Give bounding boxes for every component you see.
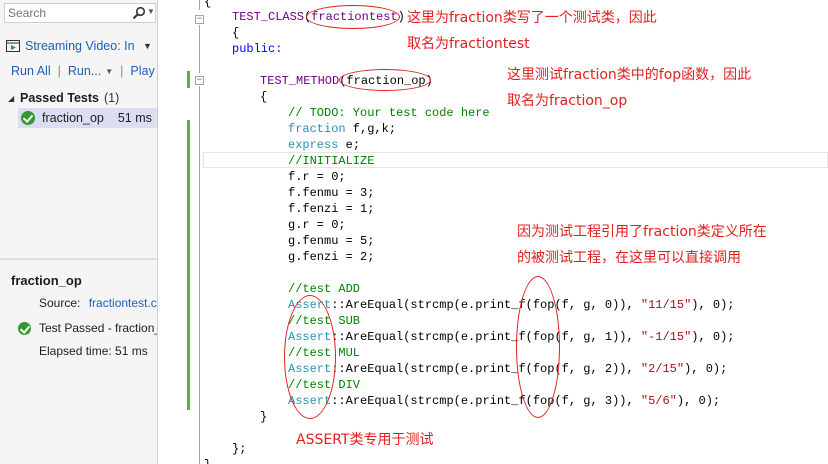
toolbar-separator: | bbox=[120, 64, 124, 78]
code-line: { bbox=[232, 26, 240, 40]
run-toolbar: Run All | Run... ▼ | Play bbox=[11, 63, 155, 79]
code-line: fraction f,g,k; bbox=[288, 122, 397, 136]
change-marker bbox=[187, 71, 190, 88]
code-line: f.r = 0; bbox=[288, 170, 346, 184]
toolbar-separator: | bbox=[57, 64, 61, 78]
test-explorer-panel: ▼ Streaming Video: In ▼ Run All | Run...… bbox=[0, 0, 158, 464]
chevron-down-icon[interactable]: ▼ bbox=[143, 41, 152, 51]
run-all-button[interactable]: Run All bbox=[11, 64, 51, 78]
playlist-selector[interactable]: Streaming Video: In bbox=[6, 38, 135, 54]
code-line: express e; bbox=[288, 138, 361, 152]
code-line: g.r = 0; bbox=[288, 218, 346, 232]
playlist-icon bbox=[6, 40, 20, 52]
group-count: (1) bbox=[103, 91, 120, 105]
fop-note-line1: 因为测试工程引用了fraction类定义所在 bbox=[517, 224, 767, 240]
expand-icon[interactable]: ◢ bbox=[8, 94, 20, 103]
playlist-label: Streaming Video: In bbox=[25, 39, 135, 53]
fractiontest-ellipse bbox=[306, 5, 400, 29]
code-line: } bbox=[260, 410, 268, 424]
method-note-line2: 取名为fraction_op bbox=[507, 93, 628, 109]
assert-note: ASSERT类专用于测试 bbox=[296, 432, 434, 448]
panel-splitter[interactable] bbox=[0, 258, 157, 260]
code-editor[interactable]: − − { TEST_CLASS(fractiontest) { public:… bbox=[159, 0, 828, 464]
code-line: f.fenmu = 3; bbox=[288, 186, 375, 200]
run-dropdown-icon[interactable]: ▼ bbox=[105, 67, 113, 76]
status-text: Test Passed - fraction_op bbox=[39, 321, 157, 335]
search-icon[interactable] bbox=[132, 6, 146, 20]
fraction-op-ellipse bbox=[339, 69, 431, 91]
code-line: //INITIALIZE bbox=[288, 154, 375, 168]
search-box: ▼ bbox=[4, 3, 156, 23]
fold-line bbox=[199, 0, 200, 10]
source-link[interactable]: fractiontest.cpp bbox=[89, 296, 157, 310]
fold-icon[interactable]: − bbox=[195, 76, 204, 85]
code-line: public: bbox=[232, 42, 283, 56]
change-marker bbox=[187, 120, 190, 410]
code-line: //test ADD bbox=[288, 282, 361, 296]
fop-note-line2: 的被测试工程，在这里可以直接调用 bbox=[517, 250, 741, 266]
test-list-item[interactable]: fraction_op 51 ms bbox=[18, 108, 157, 128]
status-row: Test Passed - fraction_op bbox=[18, 321, 157, 335]
pass-icon bbox=[21, 111, 35, 125]
elapsed-time: Elapsed time: 51 ms bbox=[39, 344, 148, 358]
playlist-menu-button[interactable]: Play bbox=[130, 64, 154, 78]
code-line: Assert::AreEqual(strcmp(e.print_f(fop(f,… bbox=[288, 362, 728, 376]
code-line: }; bbox=[232, 442, 247, 456]
dropdown-icon[interactable]: ▼ bbox=[147, 7, 155, 16]
code-line: { bbox=[260, 90, 268, 104]
search-input[interactable] bbox=[8, 5, 128, 21]
assert-ellipse bbox=[284, 295, 336, 419]
test-duration: 51 ms bbox=[117, 111, 152, 125]
fop-ellipse bbox=[516, 276, 560, 418]
fold-line bbox=[199, 86, 200, 464]
code-line: { bbox=[204, 0, 212, 9]
test-name: fraction_op bbox=[42, 111, 104, 125]
code-line: Assert::AreEqual(strcmp(e.print_f(fop(f,… bbox=[288, 394, 721, 408]
source-label: Source: bbox=[39, 296, 81, 310]
code-line: Assert::AreEqual(strcmp(e.print_f(fop(f,… bbox=[288, 298, 735, 312]
fold-icon[interactable]: − bbox=[195, 15, 204, 24]
code-line: Assert::AreEqual(strcmp(e.print_f(fop(f,… bbox=[288, 330, 735, 344]
class-note-line1: 这里为fraction类写了一个测试类，因此 bbox=[407, 10, 657, 26]
details-title: fraction_op bbox=[11, 273, 82, 288]
code-line: } bbox=[204, 457, 211, 464]
group-label: Passed Tests bbox=[20, 91, 99, 105]
code-line: // TODO: Your test code here bbox=[288, 106, 490, 120]
passed-tests-group[interactable]: ◢ Passed Tests (1) bbox=[8, 90, 119, 106]
source-row: Source: fractiontest.cpp bbox=[39, 296, 157, 310]
code-line: g.fenmu = 5; bbox=[288, 234, 375, 248]
code-line: g.fenzi = 2; bbox=[288, 250, 375, 264]
run-menu-button[interactable]: Run... bbox=[68, 64, 101, 78]
code-line: f.fenzi = 1; bbox=[288, 202, 375, 216]
method-note-line1: 这里测试fraction类中的fop函数，因此 bbox=[507, 67, 752, 83]
class-note-line2: 取名为fractiontest bbox=[407, 36, 530, 52]
pass-icon bbox=[18, 321, 31, 335]
fold-line bbox=[199, 25, 200, 73]
